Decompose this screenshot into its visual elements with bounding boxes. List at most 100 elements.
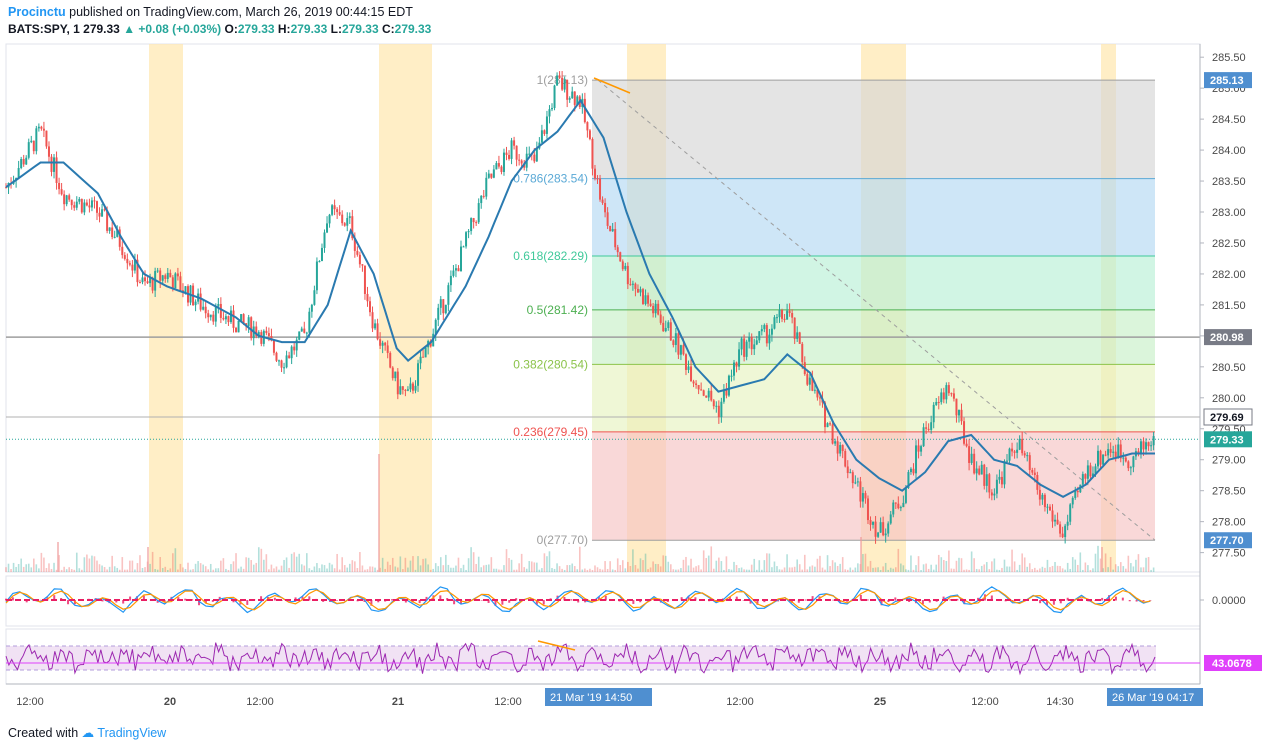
candle-body [414,385,417,391]
candle-body [1102,454,1105,465]
oscillator-histogram-bar [11,597,14,601]
volume-bar [369,566,371,572]
candle-body [733,362,736,376]
volume-bar [38,568,40,572]
volume-bar [217,568,220,572]
candle-body [83,202,86,213]
candle-body [42,128,45,131]
candle-body [85,202,88,206]
candle-body [548,109,551,117]
volume-spike [147,547,149,572]
oscillator-histogram-bar [335,600,338,601]
candle-body [111,227,114,238]
volume-bar [811,565,814,572]
volume-bar [697,565,700,572]
volume-bar [652,561,654,572]
volume-bar [510,559,513,572]
candle-body [573,91,576,105]
candle-body [970,453,973,463]
volume-bar [1084,562,1087,572]
volume-bar [819,555,821,572]
price-tick-label: 282.00 [1212,269,1246,281]
volume-bar [260,548,263,572]
candle-body [475,222,478,224]
volume-bar [773,561,776,572]
candle-body [1137,451,1140,453]
volume-bar [338,569,341,572]
candle-body [806,374,809,385]
candle-body [1117,444,1120,458]
volume-bar [187,562,189,572]
candle-body [419,356,422,364]
candle-body [644,295,647,305]
candle-body [657,303,660,315]
volume-bar [1039,568,1041,572]
candle-body [937,401,940,403]
volume-bar [169,568,172,572]
candle-body [649,303,652,306]
candle-body [508,154,511,159]
candle-body [750,336,753,350]
candle-body [27,142,30,158]
oscillator-histogram-bar [246,600,249,605]
volume-bar [968,569,970,572]
volume-bar [670,564,672,572]
candle-body [781,310,784,319]
volume-bar [910,555,912,572]
volume-bar [121,557,124,572]
candle-body [439,299,442,308]
volume-bar [781,569,783,572]
candle-body [260,332,263,344]
volume-bar [303,565,306,572]
volume-bar [707,555,710,572]
candle-body [826,423,829,428]
candle-body [194,301,197,306]
time-tick-label: 12:00 [246,696,274,708]
volume-bar [1049,567,1051,572]
candle-body [199,293,202,310]
candle-body [164,275,167,279]
volume-bar [647,569,649,572]
tradingview-brand[interactable]: TradingView [97,726,166,740]
volume-bar [953,568,955,572]
price-chart[interactable]: 1(285.13)0.786(283.54)0.618(282.29)0.5(2… [0,0,1269,750]
candle-body [219,303,222,318]
volume-bar [609,561,611,572]
candle-body [50,156,53,172]
volume-bar [134,569,136,572]
volume-bar [1001,567,1003,572]
volume-bar [20,558,22,572]
volume-bar [614,569,616,572]
volume-bar [404,557,407,572]
candle-body [25,157,28,165]
candle-body [126,258,129,264]
candle-body [513,140,516,146]
volume-bar [70,569,73,572]
volume-bar [1026,566,1029,572]
volume-bar [106,569,108,572]
candle-body [520,160,523,164]
volume-bar [1069,568,1072,572]
volume-bar [1092,568,1094,572]
volume-bar [156,569,159,572]
volume-bar [96,560,98,572]
candle-body [280,360,283,368]
volume-bar [654,563,657,572]
volume-bar [118,569,121,572]
candle-body [535,148,538,162]
candle-body [37,126,40,129]
volume-bar [460,568,462,572]
time-marker-text: 26 Mar '19 04:17 [1112,692,1194,704]
volume-bar [589,568,591,572]
volume-bar [184,568,187,572]
volume-bar [240,566,242,572]
candle-body [611,228,614,232]
candle-body [952,393,955,399]
oscillator-histogram-bar [1039,600,1042,604]
volume-bar [922,564,925,572]
volume-bar [427,564,429,572]
volume-bar [1074,559,1077,572]
candle-body [320,247,323,262]
volume-bar [791,567,793,572]
price-tick-label: 281.50 [1212,300,1246,312]
